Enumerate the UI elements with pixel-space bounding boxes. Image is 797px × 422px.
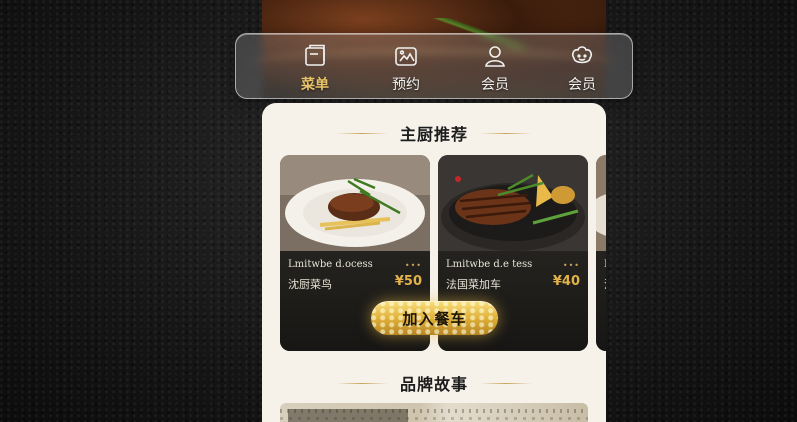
dish-name-cn: 沈厨菜鸟 (288, 278, 332, 291)
rating-dots: ••• (562, 261, 580, 270)
brand-story-photo (280, 403, 588, 422)
dish-meta-3: Lo 沛 (596, 251, 606, 351)
chef-recommend-heading: 主厨推荐 (262, 121, 606, 145)
menu-book-icon (305, 44, 325, 66)
dish-name-cn: 法国菜加车 (446, 278, 501, 291)
nav-label-member-2: 会员 (568, 77, 596, 93)
dish-photo-2 (438, 155, 588, 251)
rating-dots: ••• (404, 261, 422, 270)
brand-story-heading: 品牌故事 (262, 371, 606, 395)
dish-name-en: Lmitwbe d.ocess (288, 259, 373, 270)
title-divider-right (480, 132, 532, 134)
chef-recommend-title: 主厨推荐 (399, 125, 468, 144)
nav-label-menu: 菜单 (301, 77, 329, 93)
dish-name-en: Lo (604, 259, 606, 270)
dish-price: ¥40 (552, 274, 580, 289)
dish-price: ¥50 (394, 274, 422, 289)
dish-photo-3 (596, 155, 606, 251)
dish-card-3[interactable]: Lo 沛 (596, 155, 606, 351)
brand-story-title: 品牌故事 (399, 375, 468, 394)
title-divider-left (335, 132, 388, 134)
member-face-icon (571, 46, 593, 64)
nav-item-reservation[interactable]: 预约 (371, 42, 441, 94)
nav-item-member[interactable]: 会员 (460, 42, 530, 94)
content-card: 主厨推荐 Lmitwbe d.ocess ••• 沈厨菜鸟 ¥50 Lmitwb… (262, 103, 606, 422)
add-to-cart-button[interactable]: 加入餐车 (371, 301, 498, 335)
top-nav-bar: 菜单 预约 会员 会员 (235, 33, 633, 99)
nav-label-member: 会员 (481, 77, 509, 93)
nav-item-menu[interactable]: 菜单 (280, 42, 350, 94)
nav-label-reservation: 预约 (392, 77, 420, 93)
story-photo-frame (288, 409, 408, 422)
dish-photo-1 (280, 155, 430, 251)
dish-name-en: Lmitwbe d.e tess (446, 259, 533, 270)
dish-name-cn: 沛 (604, 276, 606, 292)
title-divider-right (480, 382, 532, 384)
nav-item-member-2[interactable]: 会员 (547, 42, 617, 94)
reservation-icon (395, 47, 417, 66)
title-divider-left (335, 382, 388, 384)
member-icon (485, 46, 505, 67)
